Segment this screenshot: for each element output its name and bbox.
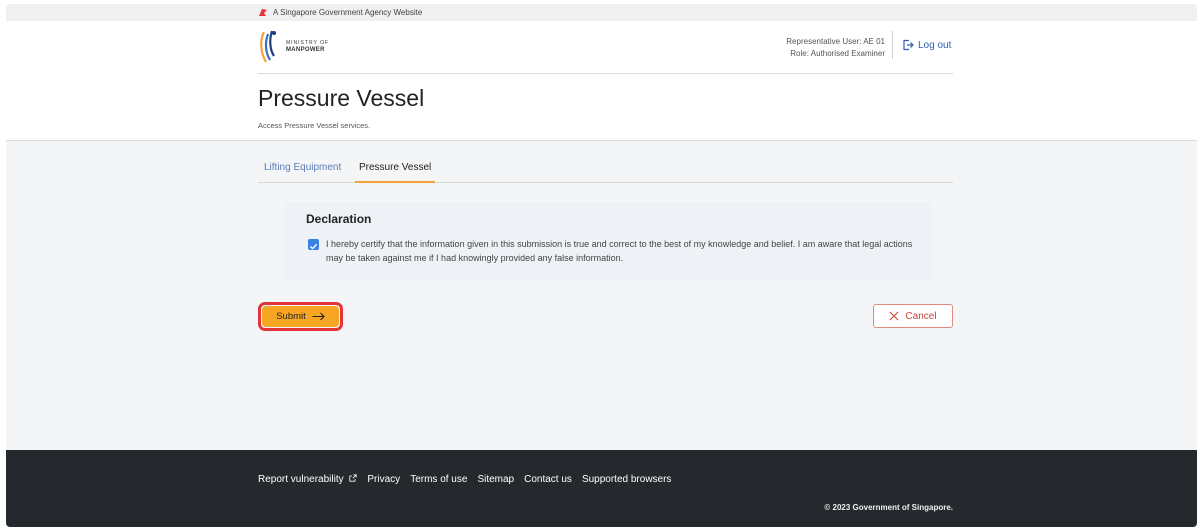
submit-button[interactable]: Submit: [262, 306, 339, 327]
footer-link-report-vulnerability[interactable]: Report vulnerability: [258, 474, 357, 485]
footer-links: Report vulnerability Privacy Terms of us…: [258, 474, 671, 485]
close-icon: [890, 311, 899, 321]
mom-logo[interactable]: MINISTRY OF MANPOWER: [258, 28, 329, 66]
cancel-label: Cancel: [905, 310, 937, 322]
cancel-button[interactable]: Cancel: [873, 304, 953, 328]
footer-link-supported-browsers[interactable]: Supported browsers: [582, 474, 672, 485]
logo-wordmark: MINISTRY OF MANPOWER: [286, 40, 330, 53]
site-header: MINISTRY OF MANPOWER Representative User…: [6, 21, 1197, 141]
tab-lifting-equipment[interactable]: Lifting Equipment: [264, 162, 341, 183]
site-footer: Report vulnerability Privacy Terms of us…: [6, 450, 1197, 527]
header-separator: [258, 73, 953, 74]
header-divider: [892, 31, 893, 59]
masthead-text: A Singapore Government Agency Website: [273, 8, 423, 17]
footer-link-sitemap[interactable]: Sitemap: [477, 474, 514, 485]
user-info: Representative User: AE 01 Role: Authori…: [786, 36, 885, 60]
declaration-checkbox[interactable]: [308, 239, 319, 250]
gov-masthead: A Singapore Government Agency Website: [6, 4, 1197, 21]
logout-label: Log out: [918, 39, 952, 51]
logout-button[interactable]: Log out: [902, 39, 951, 51]
page-subtitle: Access Pressure Vessel services.: [258, 121, 371, 130]
page-title: Pressure Vessel: [258, 85, 425, 111]
mom-logo-icon: [260, 30, 276, 63]
browser-viewport: A Singapore Government Agency Website MI…: [6, 4, 1197, 527]
footer-link-terms[interactable]: Terms of use: [410, 474, 467, 485]
copyright: © 2023 Government of Singapore.: [824, 503, 953, 512]
footer-link-contact[interactable]: Contact us: [524, 474, 572, 485]
declaration-text: I hereby certify that the information gi…: [326, 239, 913, 263]
declaration-title: Declaration: [306, 212, 372, 226]
submit-label: Submit: [276, 311, 306, 322]
checkmark-icon: [309, 243, 318, 250]
footer-link-privacy[interactable]: Privacy: [367, 474, 400, 485]
tab-pressure-vessel[interactable]: Pressure Vessel: [355, 162, 436, 183]
arrow-right-icon: [312, 312, 325, 321]
service-tabs: Lifting Equipment Pressure Vessel: [258, 158, 953, 183]
declaration-panel: Declaration I hereby certify that the in…: [284, 202, 932, 280]
external-link-icon: [349, 474, 357, 482]
logout-icon: [903, 39, 914, 51]
singapore-lion-icon: [259, 9, 267, 16]
representative-user: Representative User: AE 01: [786, 37, 885, 46]
user-role: Role: Authorised Examiner: [790, 49, 885, 58]
